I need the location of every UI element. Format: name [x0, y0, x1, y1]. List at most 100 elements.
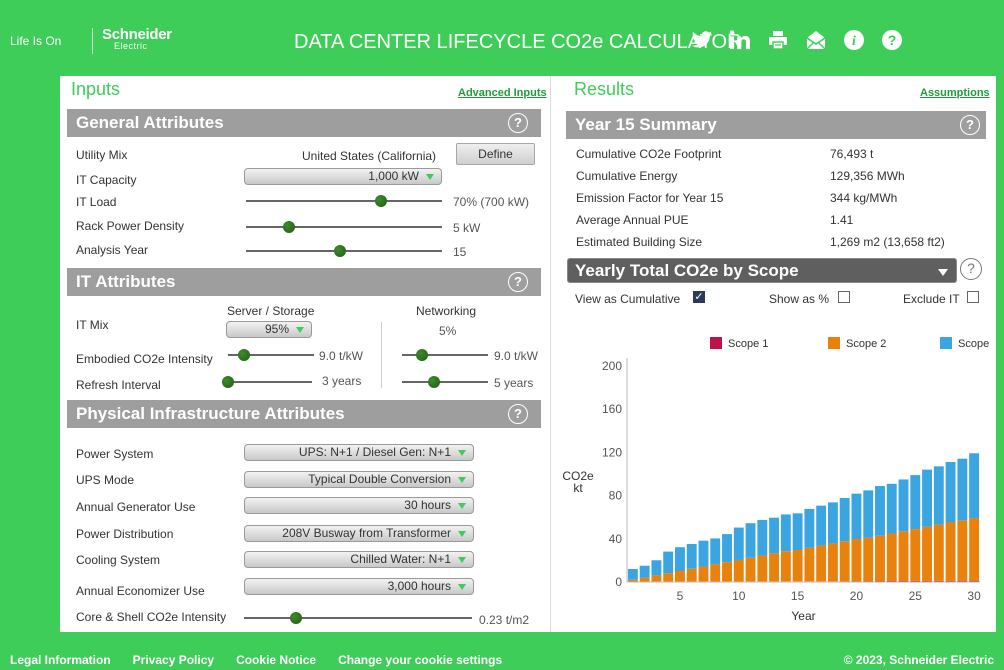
- legal-information-link[interactable]: Legal Information: [10, 653, 111, 667]
- help-icon[interactable]: ?: [880, 28, 904, 52]
- show-percent-checkbox[interactable]: [838, 291, 850, 303]
- email-icon[interactable]: [804, 28, 828, 52]
- cookie-settings-link[interactable]: Change your cookie settings: [338, 653, 502, 667]
- help-icon[interactable]: ?: [508, 404, 528, 424]
- bar-segment: [839, 541, 850, 582]
- assumptions-link[interactable]: Assumptions: [920, 87, 990, 99]
- advanced-inputs-link[interactable]: Advanced Inputs: [458, 87, 547, 99]
- info-icon[interactable]: i: [842, 28, 866, 52]
- cooling-system-dropdown[interactable]: Chilled Water: N+1: [244, 551, 474, 568]
- bar-segment: [757, 519, 768, 556]
- bar-segment: [627, 568, 638, 580]
- slider-thumb[interactable]: [374, 195, 387, 207]
- logo-main-text: Schneider: [102, 26, 172, 43]
- view-cumulative-checkbox[interactable]: ✓: [693, 291, 705, 303]
- cooling-system-value: Chilled Water: N+1: [350, 552, 451, 566]
- general-attributes-header: General Attributes ?: [67, 109, 541, 137]
- refresh-network-slider[interactable]: [402, 376, 488, 388]
- bar-segment: [945, 461, 956, 523]
- main-panel: Inputs Advanced Inputs General Attribute…: [60, 76, 996, 632]
- core-shell-slider[interactable]: [244, 612, 472, 624]
- ups-mode-dropdown[interactable]: Typical Double Conversion: [244, 471, 474, 488]
- bar-segment: [957, 458, 968, 521]
- chevron-down-icon: [426, 174, 434, 180]
- summary-label: Cumulative Energy: [576, 169, 678, 183]
- refresh-server-slider[interactable]: [222, 376, 312, 388]
- bar-segment: [851, 539, 862, 582]
- rack-density-slider[interactable]: [246, 221, 442, 233]
- bar-segment: [792, 513, 803, 551]
- chart-type-dropdown[interactable]: Yearly Total CO2e by Scope: [567, 258, 957, 283]
- embodied-network-slider[interactable]: [402, 349, 488, 361]
- bar-segment: [816, 545, 827, 582]
- bar-segment: [663, 573, 674, 582]
- bar-segment: [898, 479, 909, 532]
- bar-segment: [745, 523, 756, 558]
- bar-segment: [886, 533, 897, 582]
- privacy-policy-link[interactable]: Privacy Policy: [133, 653, 214, 667]
- power-system-value: UPS: N+1 / Diesel Gen: N+1: [298, 445, 451, 459]
- co2e-chart: Scope 1Scope 2Scope 304080120160200CO2ek…: [562, 337, 990, 623]
- help-icon[interactable]: ?: [960, 115, 980, 135]
- power-system-dropdown[interactable]: UPS: N+1 / Diesel Gen: N+1: [244, 444, 474, 461]
- power-distribution-dropdown[interactable]: 208V Busway from Transformer: [244, 525, 474, 542]
- generator-use-dropdown[interactable]: 30 hours: [244, 497, 474, 514]
- logo-divider: [92, 28, 93, 54]
- bar-segment: [922, 526, 932, 581]
- summary-title: Year 15 Summary: [575, 115, 717, 134]
- legend-label: Scope 2: [846, 338, 886, 350]
- print-icon[interactable]: [766, 28, 790, 52]
- summary-value: 129,356 MWh: [830, 169, 905, 183]
- exclude-it-label: Exclude IT: [903, 292, 960, 306]
- bar-segment: [651, 575, 662, 582]
- it-load-slider[interactable]: [246, 195, 442, 207]
- slider-thumb[interactable]: [238, 349, 250, 361]
- slider-thumb[interactable]: [428, 376, 440, 388]
- x-tick-label: 10: [732, 589, 746, 603]
- bar-segment: [686, 543, 697, 569]
- embodied-intensity-label: Embodied CO2e Intensity: [76, 352, 213, 366]
- help-icon[interactable]: ?: [960, 258, 982, 280]
- y-tick-label: 0: [615, 575, 622, 589]
- general-attributes-title: General Attributes: [76, 113, 224, 132]
- power-distribution-value: 208V Busway from Transformer: [282, 526, 451, 540]
- exclude-it-checkbox[interactable]: [967, 291, 979, 303]
- slider-thumb[interactable]: [416, 349, 428, 361]
- bar-segment: [933, 524, 944, 581]
- x-axis-label: Year: [791, 609, 815, 623]
- bar-segment: [957, 520, 968, 581]
- schneider-logo[interactable]: Schneider Electric: [102, 27, 172, 51]
- cooling-system-label: Cooling System: [76, 553, 161, 567]
- x-tick-label: 5: [677, 589, 684, 603]
- linkedin-icon[interactable]: [728, 28, 752, 52]
- it-mix-value: 95%: [264, 322, 289, 336]
- networking-label: Networking: [416, 304, 477, 318]
- slider-thumb[interactable]: [222, 376, 234, 388]
- help-icon[interactable]: ?: [508, 113, 528, 133]
- refresh-server-value: 3 years: [322, 374, 362, 388]
- utility-mix-value: United States (California): [302, 149, 437, 163]
- bar-segment: [698, 566, 709, 582]
- bar-segment: [875, 486, 885, 536]
- slider-thumb[interactable]: [290, 612, 302, 624]
- rack-density-value: 5 kW: [453, 221, 481, 235]
- twitter-icon[interactable]: [690, 28, 714, 52]
- bar-segment: [863, 490, 874, 538]
- chevron-down-icon: [458, 450, 466, 456]
- help-icon[interactable]: ?: [508, 272, 528, 292]
- it-capacity-dropdown[interactable]: 1,000 kW: [244, 168, 442, 185]
- bar-segment: [804, 508, 815, 548]
- x-tick-label: 25: [909, 589, 923, 603]
- embodied-server-slider[interactable]: [228, 349, 314, 361]
- slider-thumb[interactable]: [334, 245, 347, 257]
- it-mix-dropdown[interactable]: 95%: [226, 321, 312, 338]
- bar-segment: [769, 517, 780, 554]
- slider-thumb[interactable]: [282, 221, 295, 233]
- economizer-use-dropdown[interactable]: 3,000 hours: [244, 578, 474, 595]
- view-cumulative-label: View as Cumulative: [575, 292, 681, 306]
- analysis-year-slider[interactable]: [246, 245, 442, 257]
- bar-segment: [745, 557, 756, 582]
- ups-mode-label: UPS Mode: [76, 473, 135, 487]
- define-button[interactable]: Define: [456, 143, 535, 165]
- cookie-notice-link[interactable]: Cookie Notice: [236, 653, 316, 667]
